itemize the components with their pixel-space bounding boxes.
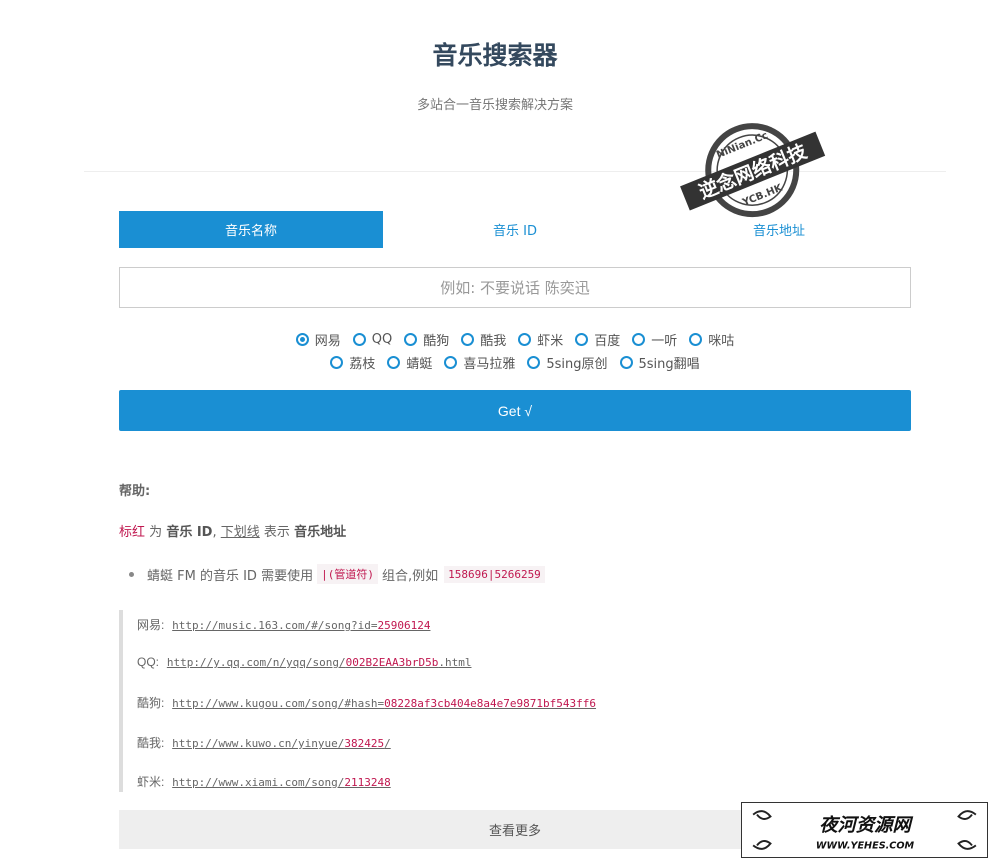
radio-unchecked-icon <box>387 356 401 369</box>
link-id: 2113248 <box>344 776 391 789</box>
bullet-dot <box>129 571 134 577</box>
example-row: 酷我: http://www.kuwo.cn/yinyue/382425/ <box>137 734 391 751</box>
radio-5sing-original[interactable]: 5sing原创 <box>527 353 608 372</box>
radio-label: 喜马拉雅 <box>463 357 516 372</box>
radio-label: 荔枝 <box>349 357 376 372</box>
example-row: 酷狗: http://www.kugou.com/song/#hash=0822… <box>137 694 596 711</box>
example-row: 虾米: http://www.xiami.com/song/2113248 <box>137 773 391 790</box>
link-prefix: http://www.kugou.com/song/#hash= <box>172 697 385 710</box>
source-radio-row-2: 荔枝 蜻蜓 喜马拉雅 5sing原创 5sing翻唱 <box>119 353 911 372</box>
link-id: 25906124 <box>377 619 431 632</box>
radio-label: 蜻蜓 <box>406 357 433 372</box>
radio-kuwo[interactable]: 酷我 <box>461 330 506 349</box>
source-radio-row-1: 网易 QQ 酷狗 酷我 虾米 百度 一听 咪咕 <box>119 330 911 349</box>
radio-checked-icon <box>295 333 309 346</box>
example-row: 网易: http://music.163.com/#/song?id=25906… <box>137 616 430 633</box>
bullet-text-after: 组合,例如 <box>381 568 439 584</box>
radio-unchecked-icon <box>632 333 646 346</box>
radio-label: 百度 <box>594 334 621 349</box>
help-red-text: 标红 <box>119 525 146 540</box>
example-link[interactable]: http://www.kugou.com/song/#hash=08228af3… <box>172 697 596 710</box>
link-id: 382425 <box>344 737 385 750</box>
radio-unchecked-icon <box>527 356 541 369</box>
link-suffix: / <box>384 737 391 750</box>
radio-migu[interactable]: 咪咕 <box>689 330 734 349</box>
watermark-url-text: WWW.YEHES.COM <box>816 840 915 851</box>
radio-qq[interactable]: QQ <box>352 330 393 349</box>
help-word: 为 <box>149 525 163 540</box>
link-prefix: http://y.qq.com/n/yqq/song/ <box>166 656 346 669</box>
tab-music-name[interactable]: 音乐名称 <box>119 211 383 248</box>
example-site-label: 酷我: <box>137 736 165 750</box>
help-word: 表示 <box>263 525 290 540</box>
page-subtitle: 多站合一音乐搜索解决方案 <box>416 98 573 113</box>
radio-label: 一听 <box>651 334 678 349</box>
tab-music-id[interactable]: 音乐 ID <box>383 211 647 248</box>
search-input[interactable] <box>119 267 911 308</box>
radio-label: 5sing原创 <box>546 357 608 372</box>
link-prefix: http://www.xiami.com/song/ <box>172 776 345 789</box>
example-link[interactable]: http://www.kuwo.cn/yinyue/382425/ <box>172 737 391 750</box>
radio-kugou[interactable]: 酷狗 <box>404 330 449 349</box>
radio-label: QQ <box>371 332 393 347</box>
radio-yiting[interactable]: 一听 <box>632 330 677 349</box>
example-id-code: 158696|5266259 <box>444 565 545 583</box>
radio-label: 酷我 <box>480 334 507 349</box>
help-bullet: 蜻蜓 FM 的音乐 ID 需要使用 |(管道符) 组合,例如 158696|52… <box>129 564 545 584</box>
example-site-label: 网易: <box>137 618 165 632</box>
radio-netease[interactable]: 网易 <box>295 330 341 349</box>
tab-music-url[interactable]: 音乐地址 <box>647 211 911 248</box>
help-heading: 帮助: <box>119 484 151 499</box>
example-site-label: 酷狗: <box>137 696 165 710</box>
example-link[interactable]: http://www.xiami.com/song/2113248 <box>172 776 391 789</box>
radio-label: 网易 <box>314 334 341 349</box>
radio-unchecked-icon <box>689 333 703 346</box>
radio-lizhi[interactable]: 荔枝 <box>330 353 375 372</box>
example-row: QQ: http://y.qq.com/n/yqq/song/002B2EAA3… <box>137 655 472 669</box>
bullet-text-before: 蜻蜓 FM 的音乐 ID 需要使用 <box>147 568 314 584</box>
radio-ximalaya[interactable]: 喜马拉雅 <box>444 353 515 372</box>
link-id: 002B2EAA3brD5b <box>345 656 439 669</box>
link-id: 08228af3cb404e8a4e7e9871bf543ff6 <box>384 697 597 710</box>
example-site-label: QQ: <box>137 655 160 669</box>
radio-unchecked-icon <box>575 333 589 346</box>
example-url-list: 网易: http://music.163.com/#/song?id=25906… <box>119 610 911 792</box>
radio-unchecked-icon <box>461 333 475 346</box>
pipe-code: |(管道符) <box>317 564 378 584</box>
help-bold-url: 音乐地址 <box>294 525 347 540</box>
search-mode-tabs: 音乐名称 音乐 ID 音乐地址 <box>119 211 911 248</box>
page-title: 音乐搜索器 <box>432 41 558 70</box>
get-button[interactable]: Get √ <box>119 390 911 431</box>
link-suffix: .html <box>438 656 472 669</box>
example-site-label: 虾米: <box>137 775 165 789</box>
example-link[interactable]: http://y.qq.com/n/yqq/song/002B2EAA3brD5… <box>167 656 472 669</box>
radio-unchecked-icon <box>352 333 366 346</box>
radio-5sing-cover[interactable]: 5sing翻唱 <box>619 353 700 372</box>
help-separator: , <box>212 525 217 540</box>
help-underline-text: 下划线 <box>220 525 260 540</box>
radio-unchecked-icon <box>444 356 458 369</box>
radio-unchecked-icon <box>404 333 418 346</box>
radio-unchecked-icon <box>619 356 633 369</box>
link-prefix: http://music.163.com/#/song?id= <box>172 619 378 632</box>
radio-unchecked-icon <box>330 356 344 369</box>
radio-baidu[interactable]: 百度 <box>575 330 620 349</box>
watermark-main-text: 夜河资源网 <box>819 815 913 836</box>
help-bold-id: 音乐 ID <box>166 525 213 540</box>
radio-qingting[interactable]: 蜻蜓 <box>387 353 432 372</box>
radio-xiami[interactable]: 虾米 <box>518 330 563 349</box>
site-watermark: 夜河资源网 WWW.YEHES.COM <box>741 802 988 858</box>
radio-label: 虾米 <box>537 334 564 349</box>
radio-label: 5sing翻唱 <box>638 357 700 372</box>
radio-label: 酷狗 <box>423 334 450 349</box>
example-link[interactable]: http://music.163.com/#/song?id=25906124 <box>172 619 430 632</box>
link-prefix: http://www.kuwo.cn/yinyue/ <box>172 737 345 750</box>
help-legend: 标红 为 音乐 ID, 下划线 表示 音乐地址 <box>119 521 346 540</box>
radio-label: 咪咕 <box>708 334 735 349</box>
radio-unchecked-icon <box>518 333 532 346</box>
